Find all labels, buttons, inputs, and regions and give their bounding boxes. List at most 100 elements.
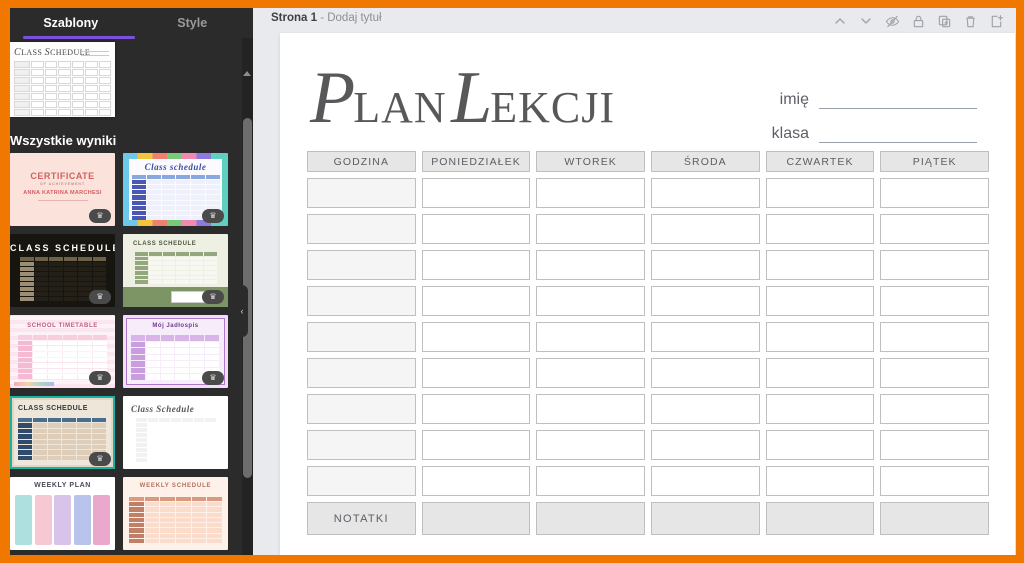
table-cell[interactable] <box>765 178 875 208</box>
sidebar-collapse-handle[interactable]: ‹ <box>236 285 248 337</box>
table-cell[interactable] <box>421 466 531 496</box>
notes-cell[interactable] <box>880 502 990 535</box>
table-cell[interactable] <box>880 430 990 460</box>
table-cell[interactable] <box>651 394 760 424</box>
table-header-cell[interactable]: WTOREK <box>536 151 646 172</box>
template-thumbnail[interactable]: CLASS SCHEDULE ♛ <box>10 234 115 307</box>
table-cell[interactable] <box>880 358 990 388</box>
template-thumbnail[interactable]: CERTIFICATE OF ACHIEVEMENT ANNA KATRINA MA… <box>10 153 115 226</box>
table-cell[interactable] <box>765 394 875 424</box>
table-cell[interactable] <box>307 394 416 424</box>
table-cell[interactable] <box>307 358 416 388</box>
table-cell[interactable] <box>536 358 646 388</box>
tab-style[interactable]: Style <box>132 8 254 38</box>
template-thumbnail[interactable]: Class schedule ♛ <box>123 153 228 226</box>
notes-cell[interactable] <box>765 502 875 535</box>
canvas-page[interactable]: PLAN LEKCJI imię klasa GODZINA PONIEDZIAŁ… <box>280 33 1015 555</box>
table-cell[interactable] <box>536 214 646 244</box>
move-down-icon[interactable] <box>856 11 876 31</box>
table-cell[interactable] <box>651 214 760 244</box>
table-cell[interactable] <box>765 358 875 388</box>
table-header-cell[interactable]: GODZINA <box>307 151 416 172</box>
table-cell[interactable] <box>307 322 416 352</box>
template-thumbnail[interactable]: CLASS SCHEDULE ♛ <box>123 234 228 307</box>
template-thumbnail[interactable]: SCHOOL TIMETABLE ♛ <box>10 315 115 388</box>
table-cell[interactable] <box>651 286 760 316</box>
preview-card[interactable]: CLASS SCHEDULE <box>10 42 115 117</box>
thumbnail-mini-cell <box>77 428 92 434</box>
move-up-icon[interactable] <box>830 11 850 31</box>
table-cell[interactable] <box>651 358 760 388</box>
duplicate-page-icon[interactable] <box>934 11 954 31</box>
table-header-cell[interactable]: PONIEDZIAŁEK <box>421 151 531 172</box>
thumbnail-mini-cell <box>18 450 32 455</box>
table-cell[interactable] <box>421 250 531 280</box>
selected-template-preview[interactable]: CLASS SCHEDULE <box>10 42 228 120</box>
table-cell[interactable] <box>765 214 875 244</box>
table-cell[interactable] <box>765 286 875 316</box>
document-title[interactable]: PLAN LEKCJI <box>310 61 730 135</box>
add-page-icon[interactable] <box>986 11 1006 31</box>
table-cell[interactable] <box>421 394 531 424</box>
table-cell[interactable] <box>536 322 646 352</box>
page-title-label[interactable]: Strona 1 - Dodaj tytuł <box>271 12 382 24</box>
table-cell[interactable] <box>765 466 875 496</box>
table-header-cell[interactable]: CZWARTEK <box>765 151 875 172</box>
notes-cell[interactable] <box>421 502 531 535</box>
table-cell[interactable] <box>421 178 531 208</box>
table-cell[interactable] <box>536 178 646 208</box>
table-cell[interactable] <box>651 178 760 208</box>
notes-label-cell[interactable]: NOTATKI <box>307 502 416 535</box>
table-cell[interactable] <box>536 466 646 496</box>
table-cell[interactable] <box>765 250 875 280</box>
tab-szablony[interactable]: Szablony <box>10 8 132 38</box>
delete-page-icon[interactable] <box>960 11 980 31</box>
table-cell[interactable] <box>651 322 760 352</box>
table-cell[interactable] <box>421 430 531 460</box>
table-cell[interactable] <box>307 430 416 460</box>
thumbnail-mini-cell <box>191 502 207 507</box>
scroll-up-arrow-icon[interactable] <box>243 71 251 76</box>
table-cell[interactable] <box>765 430 875 460</box>
table-cell[interactable] <box>307 214 416 244</box>
template-thumbnail[interactable]: WEEKLY SCHEDULE <box>123 477 228 550</box>
template-thumbnail[interactable]: Mój Jadłospis ♛ <box>123 315 228 388</box>
table-cell[interactable] <box>651 430 760 460</box>
table-cell[interactable] <box>651 466 760 496</box>
table-cell[interactable] <box>880 322 990 352</box>
field-imie-input[interactable] <box>819 91 977 109</box>
notes-cell[interactable] <box>651 502 760 535</box>
field-klasa-input[interactable] <box>819 125 977 143</box>
table-cell[interactable] <box>307 178 416 208</box>
template-thumbnail[interactable]: WEEKLY PLAN <box>10 477 115 550</box>
template-thumbnail[interactable]: Class Schedule <box>123 396 228 469</box>
table-cell[interactable] <box>307 466 416 496</box>
table-cell[interactable] <box>536 394 646 424</box>
table-cell[interactable] <box>536 430 646 460</box>
templates-sidebar: Szablony Style CLASS SCHEDULE Wszystkie … <box>10 8 253 555</box>
table-header-cell[interactable]: ŚRODA <box>651 151 760 172</box>
table-cell[interactable] <box>421 286 531 316</box>
notes-cell[interactable] <box>536 502 646 535</box>
lock-page-icon[interactable] <box>908 11 928 31</box>
table-cell[interactable] <box>880 394 990 424</box>
table-cell[interactable] <box>307 250 416 280</box>
table-cell[interactable] <box>421 322 531 352</box>
table-cell[interactable] <box>880 214 990 244</box>
thumbnail-mini-cell <box>204 261 217 266</box>
table-cell[interactable] <box>880 286 990 316</box>
table-cell[interactable] <box>421 358 531 388</box>
table-cell[interactable] <box>536 286 646 316</box>
table-cell[interactable] <box>421 214 531 244</box>
table-cell[interactable] <box>880 250 990 280</box>
table-header-cell[interactable]: PIĄTEK <box>880 151 990 172</box>
table-cell[interactable] <box>880 466 990 496</box>
table-cell[interactable] <box>536 250 646 280</box>
table-cell[interactable] <box>765 322 875 352</box>
hide-page-icon[interactable] <box>882 11 902 31</box>
template-thumbnail[interactable]: CLASS SCHEDULE ♛ <box>10 396 115 469</box>
table-cell[interactable] <box>307 286 416 316</box>
table-cell[interactable] <box>880 178 990 208</box>
thumbnail-mini-cell <box>176 523 191 528</box>
table-cell[interactable] <box>651 250 760 280</box>
